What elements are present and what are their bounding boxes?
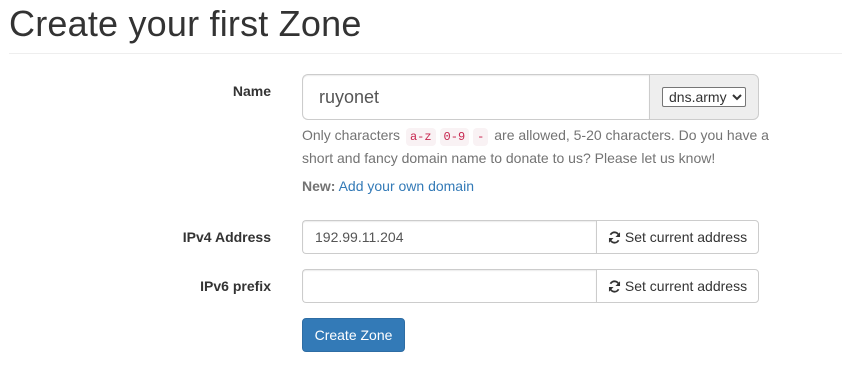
domain-select[interactable]: dns.army: [662, 87, 746, 107]
help-code-09: 0-9: [439, 128, 470, 146]
title-divider: [9, 53, 842, 54]
ipv4-label: IPv4 Address: [182, 229, 271, 245]
new-domain-hint: New: Add your own domain: [302, 176, 474, 196]
name-help-text: Only characters a-z 0-9- are allowed, 5-2…: [302, 125, 772, 169]
domain-addon: dns.army: [649, 74, 759, 120]
ipv4-input[interactable]: [302, 220, 596, 254]
help-prefix: Only characters: [302, 127, 401, 143]
page-title: Create your first Zone: [9, 3, 362, 44]
set-current-label: Set current address: [624, 278, 748, 294]
help-code-dash: -: [473, 128, 489, 146]
zone-name-input[interactable]: [302, 74, 649, 120]
set-current-label: Set current address: [624, 229, 748, 245]
refresh-icon: [608, 230, 621, 244]
add-own-domain-link[interactable]: Add your own domain: [339, 178, 474, 194]
name-label: Name: [232, 83, 271, 99]
refresh-icon: [608, 279, 621, 293]
set-current-ipv4-button[interactable]: Set current address: [596, 220, 759, 254]
new-label: New:: [302, 178, 336, 194]
create-zone-button[interactable]: Create Zone: [302, 318, 405, 352]
help-code-az: a-z: [405, 128, 436, 146]
ipv6-input[interactable]: [302, 269, 596, 303]
ipv6-label: IPv6 prefix: [200, 278, 271, 294]
set-current-ipv6-button[interactable]: Set current address: [596, 269, 759, 303]
